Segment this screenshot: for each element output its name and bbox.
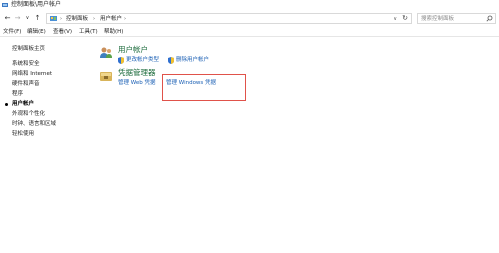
recent-locations-button[interactable]: ∨: [23, 13, 32, 23]
breadcrumb-separator: ›: [124, 16, 126, 22]
sidebar-item-appearance[interactable]: 外观和个性化: [12, 110, 45, 118]
menu-tools[interactable]: 工具(T): [79, 28, 98, 36]
category-title-user-accounts[interactable]: 用户帐户: [118, 45, 148, 55]
menu-view[interactable]: 查看(V): [53, 28, 72, 36]
navigation-bar: ← → ∨ ↑ › 控制面板 › 用户帐户 › ∨ ↻ 搜索控制面板: [0, 11, 499, 25]
current-item-bullet: [5, 103, 8, 106]
uac-shield-icon: [118, 57, 124, 64]
highlight-annotation: [162, 74, 246, 101]
sidebar-item-hardware-sound[interactable]: 硬件和声音: [12, 80, 40, 88]
category-title-credential-manager[interactable]: 凭据管理器: [118, 68, 156, 78]
breadcrumb-separator: ›: [60, 16, 62, 22]
sidebar-item-clock-region[interactable]: 时钟、语言和区域: [12, 120, 56, 128]
breadcrumb-separator: ›: [93, 16, 95, 22]
sidebar-item-network[interactable]: 网络和 Internet: [12, 70, 52, 78]
forward-button[interactable]: →: [13, 13, 22, 23]
back-button[interactable]: ←: [3, 13, 12, 23]
sidebar: 控制面板主页 系统和安全 网络和 Internet 硬件和声音 程序 用户帐户 …: [0, 38, 96, 253]
menu-bar: 文件(F) 编辑(E) 查看(V) 工具(T) 帮助(H): [0, 27, 499, 37]
uac-shield-icon: [168, 57, 174, 64]
sidebar-item-system-security[interactable]: 系统和安全: [12, 60, 40, 68]
menu-file[interactable]: 文件(F): [3, 28, 21, 36]
change-account-type-link[interactable]: 更改帐户类型: [126, 56, 159, 64]
sidebar-item-user-accounts[interactable]: 用户帐户: [12, 100, 34, 108]
breadcrumb-user-accounts[interactable]: 用户帐户: [100, 15, 122, 23]
sidebar-item-ease-of-access[interactable]: 轻松使用: [12, 130, 34, 138]
remove-user-account-link[interactable]: 删除用户帐户: [176, 56, 209, 64]
credential-manager-icon[interactable]: [99, 69, 113, 83]
search-input[interactable]: 搜索控制面板: [421, 15, 454, 23]
search-box[interactable]: 搜索控制面板: [417, 13, 496, 24]
search-icon: [486, 15, 493, 22]
title-bar: 控制面板\用户帐户: [0, 0, 499, 10]
address-bar[interactable]: › 控制面板 › 用户帐户 › ∨ ↻: [46, 13, 412, 24]
up-button[interactable]: ↑: [33, 13, 42, 23]
manage-web-credentials-link[interactable]: 管理 Web 凭据: [118, 79, 156, 87]
control-panel-icon: [2, 2, 8, 8]
control-panel-icon: [50, 15, 57, 22]
chevron-down-icon[interactable]: ∨: [393, 15, 397, 23]
breadcrumb-control-panel[interactable]: 控制面板: [66, 15, 88, 23]
menu-edit[interactable]: 编辑(E): [27, 28, 46, 36]
refresh-icon[interactable]: ↻: [402, 14, 408, 23]
sidebar-item-programs[interactable]: 程序: [12, 90, 23, 98]
window-title: 控制面板\用户帐户: [11, 1, 62, 8]
user-accounts-icon[interactable]: [99, 46, 113, 60]
menu-help[interactable]: 帮助(H): [104, 28, 123, 36]
sidebar-item-home[interactable]: 控制面板主页: [12, 45, 45, 53]
